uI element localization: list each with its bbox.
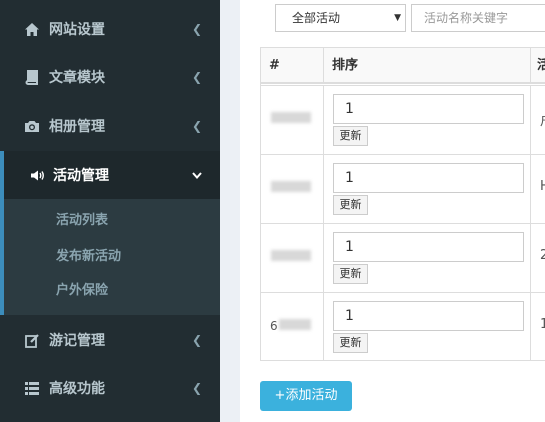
row-name-text: 1 <box>540 317 545 332</box>
table-row: 1 更新 户 <box>261 85 545 154</box>
chevron-left-icon: ❮ <box>191 381 202 395</box>
row-name-cell: 1 <box>532 293 545 361</box>
row-name-cell: H <box>532 155 545 223</box>
sort-order-input[interactable]: 1 <box>333 232 524 262</box>
activities-submenu: 活动列表 发布新活动 户外保险 <box>0 199 220 315</box>
row-id-cell <box>261 155 324 223</box>
edit-icon <box>24 332 40 348</box>
redacted-id <box>279 319 311 330</box>
activity-table: # 排序 活 1 更新 户 1 更新 H 1 更新 2 6 1 更新 <box>260 47 545 361</box>
chevron-left-icon: ❮ <box>191 333 202 347</box>
update-button[interactable]: 更新 <box>333 195 368 215</box>
update-button[interactable]: 更新 <box>333 264 368 284</box>
activity-filter-select[interactable]: 全部活动 ▼ <box>275 4 406 32</box>
sidebar-item-travelogues[interactable]: 游记管理 ❮ <box>0 316 220 364</box>
chevron-left-icon: ❮ <box>191 22 202 36</box>
book-icon <box>24 69 40 85</box>
sidebar-item-label: 文章模块 <box>49 70 105 86</box>
sidebar-item-albums[interactable]: 相册管理 ❮ <box>0 102 220 150</box>
row-id-cell <box>261 86 324 154</box>
redacted-id <box>271 181 311 192</box>
row-id-text: 6 <box>270 319 278 333</box>
row-name-cell: 2 <box>532 224 545 292</box>
row-sort-cell: 1 更新 <box>324 155 531 223</box>
sidebar-item-advanced[interactable]: 高级功能 ❮ <box>0 364 220 412</box>
chevron-down-icon <box>192 168 202 182</box>
camera-icon <box>24 118 40 134</box>
select-value: 全部活动 <box>292 11 341 25</box>
sort-order-input[interactable]: 1 <box>333 301 524 331</box>
sidebar-item-articles[interactable]: 文章模块 ❮ <box>0 53 220 101</box>
redacted-id <box>271 112 311 123</box>
bullhorn-icon <box>29 167 45 183</box>
sidebar-item-label: 游记管理 <box>49 333 105 349</box>
update-button[interactable]: 更新 <box>333 126 368 146</box>
row-name-text: 户 <box>540 110 545 129</box>
row-id-cell <box>261 224 324 292</box>
table-row: 6 1 更新 1 <box>261 292 545 361</box>
dropdown-arrow-icon: ▼ <box>394 13 401 23</box>
sidebar-item-activities[interactable]: 活动管理 <box>0 151 220 199</box>
sidebar-item-label: 相册管理 <box>49 119 105 135</box>
chevron-left-icon: ❮ <box>191 119 202 133</box>
submenu-item-activity-list[interactable]: 活动列表 <box>56 209 108 228</box>
sort-order-input[interactable]: 1 <box>333 163 524 193</box>
row-name-text: H <box>540 179 545 194</box>
table-row: 1 更新 H <box>261 154 545 223</box>
row-sort-cell: 1 更新 <box>324 224 531 292</box>
sidebar-item-site-settings[interactable]: 网站设置 ❮ <box>0 5 220 53</box>
row-sort-cell: 1 更新 <box>324 293 531 361</box>
update-button[interactable]: 更新 <box>333 333 368 353</box>
list-icon <box>24 380 40 396</box>
sidebar-item-label: 活动管理 <box>53 168 109 184</box>
sidebar: 网站设置 ❮ 文章模块 ❮ 相册管理 ❮ 活动管理 活动列表 发布新活动 户外保… <box>0 0 220 422</box>
activity-search-input[interactable]: 活动名称关键字 <box>411 4 545 32</box>
row-sort-cell: 1 更新 <box>324 86 531 154</box>
home-icon <box>24 21 40 37</box>
sidebar-item-label: 网站设置 <box>49 22 105 38</box>
column-header-sort: 排序 <box>324 48 531 84</box>
row-name-text: 2 <box>540 248 545 263</box>
submenu-item-outdoor-insurance[interactable]: 户外保险 <box>56 279 108 298</box>
sidebar-item-label: 高级功能 <box>49 381 105 397</box>
row-id-cell: 6 <box>261 293 324 361</box>
submenu-item-publish-activity[interactable]: 发布新活动 <box>56 245 121 264</box>
sort-order-input[interactable]: 1 <box>333 94 524 124</box>
column-header-id: # <box>261 48 324 84</box>
table-row: 1 更新 2 <box>261 223 545 292</box>
add-activity-button[interactable]: +添加活动 <box>260 381 352 411</box>
redacted-id <box>271 250 311 261</box>
row-name-cell: 户 <box>532 86 545 154</box>
column-header-name: 活 <box>531 48 545 84</box>
chevron-left-icon: ❮ <box>191 70 202 84</box>
